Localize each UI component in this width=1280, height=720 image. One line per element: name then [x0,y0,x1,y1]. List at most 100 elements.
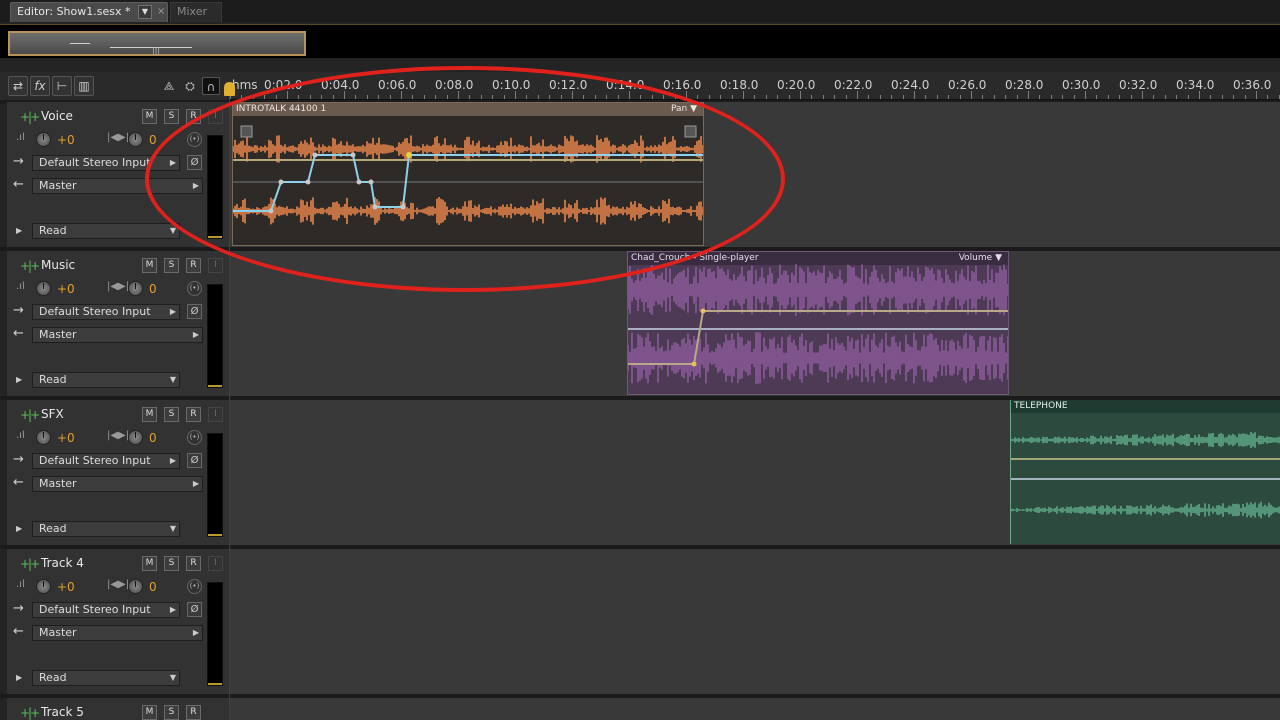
chevron-right-icon: ▶ [192,330,199,339]
volume-value[interactable]: +0 [57,431,75,445]
output-select[interactable]: Master ▶ [32,476,203,492]
volume-knob[interactable] [36,132,51,147]
volume-value[interactable]: +0 [57,282,75,296]
chevron-right-icon: ▶ [169,307,176,316]
tab-menu-chevron-icon[interactable]: ▼ [138,5,152,19]
pan-value[interactable]: 0 [149,431,157,445]
automation-mode-select[interactable]: Read ▼ [32,223,180,239]
stereo-icon[interactable]: (•) [187,579,202,594]
overview-visible-range[interactable]: ||| [8,31,306,56]
output-select[interactable]: Master ▶ [32,625,203,641]
track-lane-track5[interactable] [230,698,1280,720]
fx-icon[interactable]: fx [30,76,50,96]
app-window: Editor: Show1.sesx * ▼ × Mixer ||| ⇄ fx … [0,0,1280,720]
chevron-right-icon: ▶ [169,456,176,465]
expand-triangle-icon[interactable]: ▶ [16,673,22,682]
solo-button[interactable]: S [164,407,179,422]
pan-value[interactable]: 0 [149,282,157,296]
track-name[interactable]: Track 5 [41,705,84,719]
automation-mode-select[interactable]: Read ▼ [32,521,180,537]
input-monitor-button[interactable]: I [208,258,223,273]
volume-icon: .ıl [16,430,25,441]
clip-chad-crouch[interactable]: Chad_Crouch - Single-player Volume ▼ [627,251,1009,395]
record-arm-button[interactable]: R [186,258,201,273]
input-select-label: Default Stereo Input [39,603,151,616]
polarity-icon[interactable]: Ø [187,453,202,468]
automation-mode-select[interactable]: Read ▼ [32,670,180,686]
automation-mode-label: Read [39,373,67,386]
polarity-icon[interactable]: Ø [187,304,202,319]
ruler-minor-tick [903,95,904,99]
headphones-icon[interactable]: ∩ [202,77,220,95]
eq-icon[interactable]: ▥ [74,76,94,96]
solo-button[interactable]: S [164,109,179,124]
solo-button[interactable]: S [164,705,179,720]
expand-triangle-icon[interactable]: ▶ [16,524,22,533]
tab-mixer-label: Mixer [177,5,208,18]
volume-knob[interactable] [36,281,51,296]
swap-arrows-icon[interactable]: ⇄ [8,76,28,96]
ruler-minor-tick [880,95,881,99]
ruler-tick-label: 0:28.0 [1005,78,1044,92]
pan-value[interactable]: 0 [149,580,157,594]
close-icon[interactable]: × [157,3,165,21]
record-arm-button[interactable]: R [186,407,201,422]
mute-button[interactable]: M [142,109,157,124]
input-select-label: Default Stereo Input [39,454,151,467]
pan-knob[interactable] [128,132,143,147]
record-arm-button[interactable]: R [186,705,201,720]
stereo-icon[interactable]: (•) [187,281,202,296]
ruler-minor-tick [823,95,824,99]
automation-mode-select[interactable]: Read ▼ [32,372,180,388]
track-lane-sfx[interactable]: TELEPHONE [230,400,1280,545]
volume-knob[interactable] [36,579,51,594]
mute-button[interactable]: M [142,407,157,422]
pan-knob[interactable] [128,430,143,445]
ruler-minor-tick [857,91,858,99]
track-name[interactable]: Voice [41,109,73,123]
fx-label: fx [34,79,46,93]
output-select[interactable]: Master ▶ [32,327,203,343]
input-select[interactable]: Default Stereo Input ▶ [32,602,180,618]
sends-icon[interactable]: ⊢ [52,76,72,96]
record-monitor-icon[interactable]: ⛭ [181,77,199,95]
chevron-down-icon: ▼ [169,524,176,533]
input-select[interactable]: Default Stereo Input ▶ [32,453,180,469]
track-name[interactable]: Track 4 [41,556,84,570]
pan-value[interactable]: 0 [149,133,157,147]
track-name[interactable]: SFX [41,407,64,421]
input-monitor-button[interactable]: I [208,556,223,571]
ruler-minor-tick [720,95,721,99]
track-lane-track4[interactable] [230,549,1280,694]
volume-knob[interactable] [36,430,51,445]
ruler-units: hms [232,78,258,92]
input-monitor-button[interactable]: I [208,407,223,422]
mute-button[interactable]: M [142,705,157,720]
pan-icon: |◀▶| [107,281,130,292]
ruler-minor-tick [1039,95,1040,99]
expand-triangle-icon[interactable]: ▶ [16,375,22,384]
volume-icon: .ıl [16,281,25,292]
tab-editor[interactable]: Editor: Show1.sesx * ▼ × [10,2,168,22]
expand-triangle-icon[interactable]: ▶ [16,226,22,235]
session-overview[interactable]: ||| [0,24,1280,58]
polarity-icon[interactable]: Ø [187,602,202,617]
pan-knob[interactable] [128,281,143,296]
metronome-icon[interactable]: ⟁ [160,77,178,95]
stereo-icon[interactable]: (•) [187,430,202,445]
clip-telephone[interactable]: TELEPHONE [1010,400,1280,544]
pan-knob[interactable] [128,579,143,594]
playhead-handle[interactable] [224,82,235,96]
ruler-minor-tick [1199,91,1200,99]
input-select[interactable]: Default Stereo Input ▶ [32,304,180,320]
solo-button[interactable]: S [164,258,179,273]
solo-button[interactable]: S [164,556,179,571]
volume-value[interactable]: +0 [57,580,75,594]
ruler-minor-tick [1222,95,1223,99]
track-name[interactable]: Music [41,258,75,272]
tab-mixer[interactable]: Mixer [170,2,222,22]
volume-value[interactable]: +0 [57,133,75,147]
record-arm-button[interactable]: R [186,556,201,571]
mute-button[interactable]: M [142,258,157,273]
mute-button[interactable]: M [142,556,157,571]
